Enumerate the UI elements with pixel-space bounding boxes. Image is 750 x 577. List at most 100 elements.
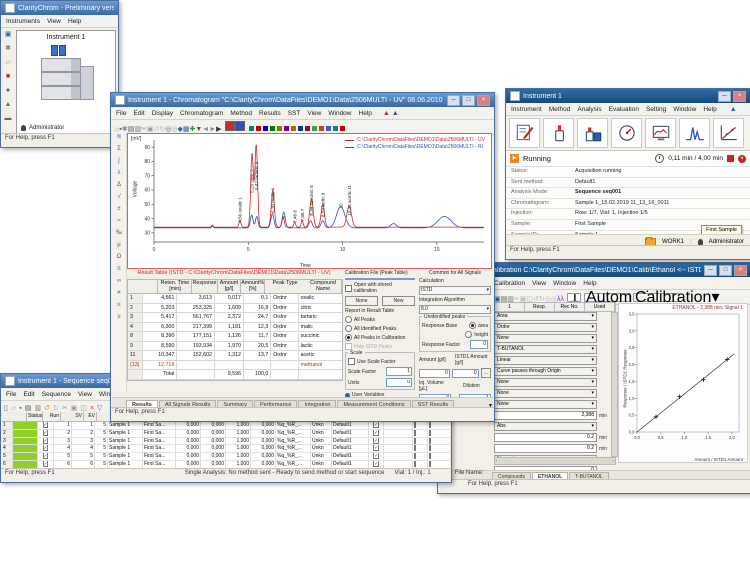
sample-id-cell[interactable]: Sample 1 bbox=[108, 453, 143, 460]
menu-item[interactable]: Display bbox=[152, 110, 173, 117]
ev-cell[interactable]: 3 bbox=[72, 438, 95, 445]
menu-item[interactable]: Analysis bbox=[577, 106, 601, 113]
menu-item[interactable]: Edit bbox=[133, 110, 144, 117]
main-titlebar[interactable]: ClarityChrom - Preliminary version bbox=[1, 1, 118, 15]
table-row[interactable]: 9 8,590 193,934 1,970 20,5 Ordnr lactic bbox=[128, 342, 342, 352]
report-cell[interactable] bbox=[369, 438, 384, 445]
toolbar-icon[interactable]: ✱ bbox=[5, 44, 11, 53]
column-header[interactable]: Used bbox=[585, 303, 615, 311]
view-select[interactable]: Calibration▾ bbox=[633, 293, 679, 302]
toolbar-icon[interactable]: ≤ bbox=[117, 301, 120, 310]
column-header[interactable]: EV bbox=[84, 412, 97, 421]
iv-cell[interactable]: 5 bbox=[95, 430, 108, 437]
menu-item[interactable]: Help bbox=[68, 18, 81, 25]
menu-item[interactable]: View bbox=[532, 280, 546, 287]
menu-item[interactable]: Chromatogram bbox=[180, 110, 223, 117]
toolbar-icon[interactable]: ∫ bbox=[118, 157, 120, 166]
scroll-left-icon[interactable]: ‹ bbox=[496, 458, 497, 464]
column-header[interactable]: Response bbox=[192, 280, 217, 294]
column-header[interactable]: Status bbox=[27, 412, 43, 421]
run-checkbox[interactable] bbox=[43, 461, 49, 467]
table-row[interactable]: Total 9,596 100,0 bbox=[128, 370, 342, 380]
sample-id-cell[interactable]: Sample 1 bbox=[108, 422, 143, 429]
scroll-right-icon[interactable]: › bbox=[613, 458, 614, 464]
toolbar-icon[interactable]: ● bbox=[6, 86, 10, 95]
signal-color-icon[interactable] bbox=[305, 126, 310, 131]
dilution-cell[interactable]: 1,000 bbox=[226, 453, 251, 460]
menu-item[interactable]: Help bbox=[359, 110, 372, 117]
report-checkbox[interactable] bbox=[373, 422, 379, 428]
file-name-cell[interactable]: %q_%R_... bbox=[276, 430, 311, 437]
menu-item[interactable]: Instrument bbox=[511, 106, 542, 113]
all-peaks-radio[interactable] bbox=[345, 316, 352, 323]
toolbar-icon[interactable]: ■ bbox=[6, 72, 10, 81]
signal-color-icon[interactable] bbox=[270, 126, 275, 131]
iv-cell[interactable]: 5 bbox=[95, 445, 108, 452]
none-button[interactable]: None bbox=[345, 296, 378, 306]
legend-item[interactable]: C:\ClarityChrom\DataFiles\DEMO1\Data\250… bbox=[345, 137, 485, 144]
table-row[interactable]: 1 1 1 5 Sample 1 First Sa... 0,000 0,000… bbox=[2, 422, 450, 430]
column-header[interactable]: Peak Type bbox=[265, 280, 305, 294]
menu-item[interactable]: Instruments bbox=[6, 18, 40, 25]
signal-color-icon[interactable] bbox=[235, 121, 245, 131]
inj-volume-cell[interactable]: 0,000 bbox=[251, 422, 276, 429]
dilution-cell[interactable]: 1,000 bbox=[226, 422, 251, 429]
istd-amount-cell[interactable]: 0,000 bbox=[201, 445, 226, 452]
sample-type-cell[interactable]: Unkn bbox=[311, 438, 332, 445]
istd-more-button[interactable]: ... bbox=[481, 368, 491, 378]
instrument-titlebar[interactable]: Instrument 1 ─ × bbox=[506, 89, 750, 103]
method-name-cell[interactable]: Default1 bbox=[332, 453, 369, 460]
toolbar-icon[interactable]: π bbox=[117, 265, 121, 274]
field-value[interactable]: Ordnr▾ bbox=[494, 323, 597, 332]
menu-item[interactable]: Evaluation bbox=[609, 106, 639, 113]
signal-color-icon[interactable] bbox=[291, 126, 296, 131]
signal-color-icon[interactable] bbox=[298, 126, 303, 131]
table-row[interactable]: 8 8,390 177,151 1,126 11,7 Ordnr succini… bbox=[128, 332, 342, 342]
abort-icon[interactable]: × bbox=[738, 155, 746, 163]
run-cell[interactable] bbox=[38, 438, 54, 445]
sample-cell[interactable]: First Sa... bbox=[143, 453, 176, 460]
inj-volume-cell[interactable]: 0,000 bbox=[251, 445, 276, 452]
toolbar-icon[interactable]: ‰ bbox=[116, 229, 122, 238]
column-header[interactable]: Reten. Time[min] bbox=[158, 280, 192, 294]
istd-amount-input[interactable]: 0 bbox=[452, 369, 479, 378]
amount-input[interactable]: 0 bbox=[419, 369, 450, 378]
sample-type-cell[interactable]: Unkn bbox=[311, 461, 332, 468]
checkbox[interactable] bbox=[429, 422, 431, 428]
report-checkbox[interactable] bbox=[373, 453, 379, 459]
toolbar-icon[interactable]: ▲ bbox=[5, 100, 12, 109]
istd-amount-cell[interactable]: 0,000 bbox=[201, 422, 226, 429]
run-checkbox[interactable] bbox=[43, 430, 49, 436]
toolbar-icon[interactable]: ∞ bbox=[117, 277, 121, 286]
table-row[interactable]: 2 2 2 5 Sample 1 First Sa... 0,000 0,000… bbox=[2, 430, 450, 438]
menu-item[interactable]: Help bbox=[583, 280, 596, 287]
file-name-cell[interactable]: %q_%R_... bbox=[276, 422, 311, 429]
run-cell[interactable] bbox=[38, 453, 54, 460]
ev-cell[interactable]: 6 bbox=[72, 461, 95, 468]
file-name-cell[interactable]: %q_%R_... bbox=[276, 438, 311, 445]
chromatogram-titlebar[interactable]: Instrument 1 - Chromatogram "C:\ClarityC… bbox=[111, 93, 494, 107]
method-name-cell[interactable]: Default1 bbox=[332, 430, 369, 437]
signal-color-icon[interactable] bbox=[312, 126, 317, 131]
inj-volume-cell[interactable]: 0,000 bbox=[251, 461, 276, 468]
scale-factor-input[interactable]: 1 bbox=[386, 367, 412, 376]
field-value[interactable]: 2,388▾ bbox=[494, 411, 597, 420]
chromatogram-button[interactable] bbox=[679, 118, 710, 148]
istd-amount-cell[interactable]: 0,000 bbox=[201, 453, 226, 460]
checkbox[interactable] bbox=[429, 438, 431, 444]
menu-item[interactable]: Window bbox=[328, 110, 351, 117]
signal-color-icon[interactable] bbox=[284, 126, 289, 131]
sample-amount-cell[interactable]: 0,000 bbox=[176, 430, 201, 437]
istd-amount-cell[interactable]: 0,000 bbox=[201, 430, 226, 437]
field-value[interactable]: Linear▾ bbox=[494, 356, 597, 365]
ev-cell[interactable]: 1 bbox=[72, 422, 95, 429]
toolbar-icon[interactable]: Ω bbox=[117, 253, 122, 262]
menu-item[interactable]: View bbox=[307, 110, 321, 117]
maximize-icon[interactable]: □ bbox=[719, 265, 732, 276]
signal-color-icon[interactable] bbox=[319, 126, 324, 131]
run-cell[interactable] bbox=[38, 445, 54, 452]
calibration-peaks-radio[interactable] bbox=[345, 334, 352, 341]
column-header[interactable]: Rec No. bbox=[555, 303, 585, 311]
use-scale-checkbox[interactable] bbox=[348, 358, 355, 365]
checkbox[interactable] bbox=[414, 438, 416, 444]
